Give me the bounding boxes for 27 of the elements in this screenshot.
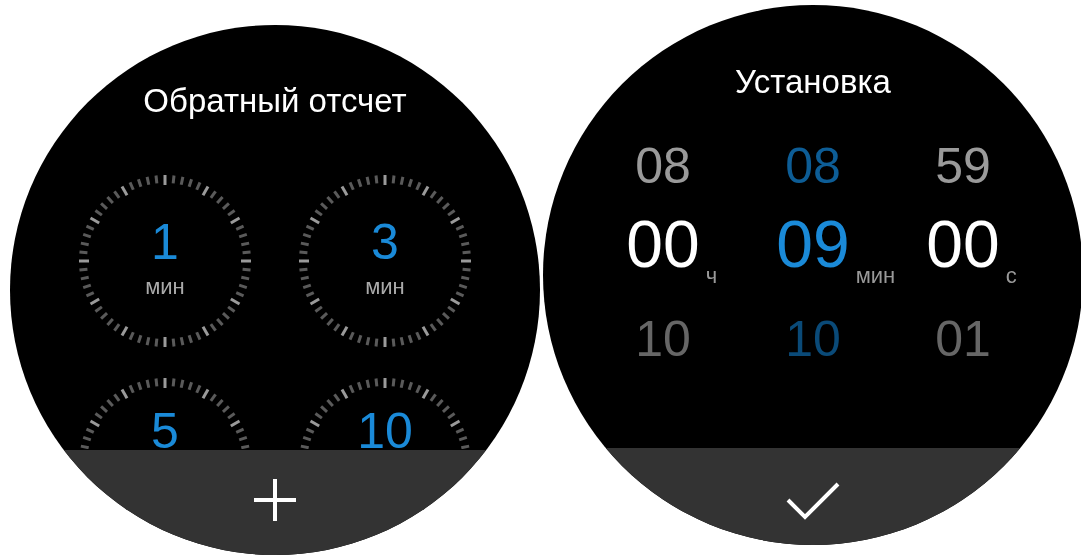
previous-value[interactable]: 08 [785,129,841,204]
unit-label: ч [705,264,718,288]
preset-minutes: 10 [357,406,413,449]
timer-preset-button[interactable]: 1 мин [77,173,253,349]
checkmark-icon [785,480,841,520]
screen-title: Установка [735,62,891,102]
unit-label: мин [855,264,896,288]
preset-unit: мин [145,273,185,301]
current-value[interactable]: 00 [626,207,700,281]
current-value[interactable]: 09 [776,207,850,281]
timer-preset-button[interactable]: 5 [77,376,253,449]
timer-preset-button[interactable]: 3 мин [297,173,473,349]
next-value[interactable]: 01 [935,302,991,377]
previous-value[interactable]: 08 [635,129,691,204]
screen-title: Обратный отсчет [143,81,407,121]
next-value[interactable]: 10 [635,302,691,377]
current-value[interactable]: 00 [926,207,1000,281]
preset-minutes: 5 [151,406,179,449]
tick-ring-icon [297,173,473,349]
tick-ring-icon [77,173,253,349]
plus-icon [252,477,298,523]
preset-minutes: 3 [371,215,399,269]
preset-unit: мин [365,273,405,301]
preset-minutes: 1 [151,215,179,269]
previous-value[interactable]: 59 [935,129,991,204]
timer-preset-button[interactable]: 10 [297,376,473,449]
unit-label: с [1005,264,1017,288]
